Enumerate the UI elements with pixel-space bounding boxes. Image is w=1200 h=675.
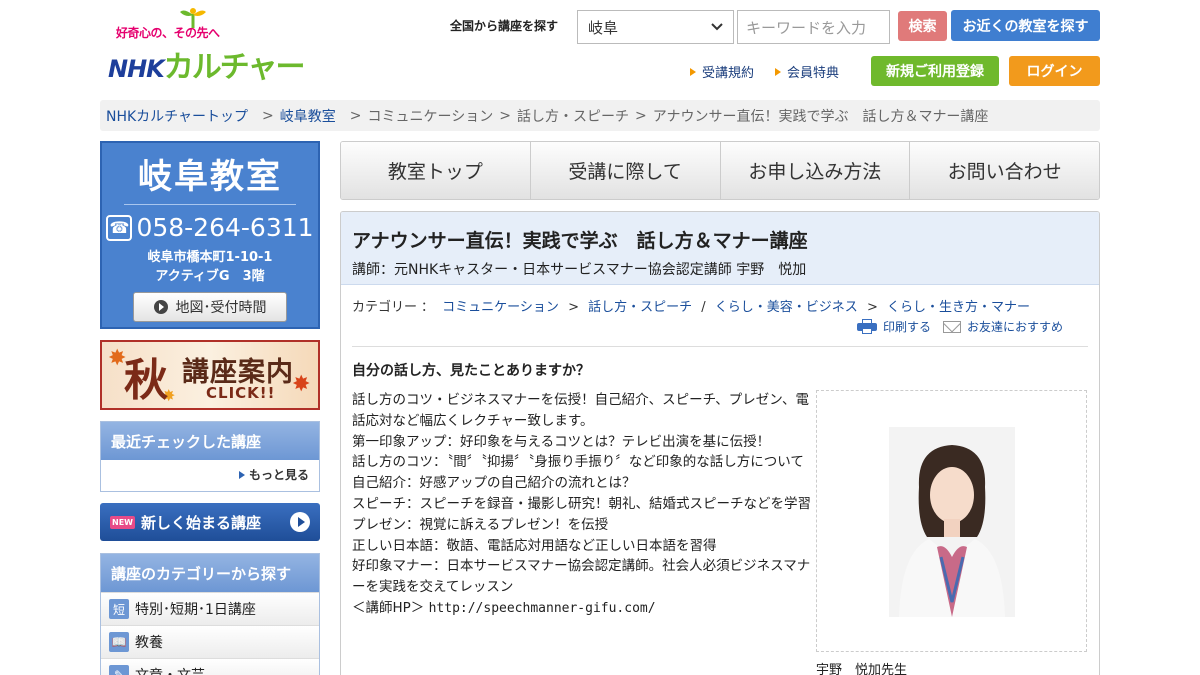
play-arrow-icon <box>290 512 310 532</box>
keyword-placeholder: キーワードを入力 <box>746 18 867 37</box>
terms-link[interactable]: 受講規約 <box>690 62 754 81</box>
keyword-input[interactable]: キーワードを入力 <box>737 10 890 44</box>
phone-icon: ☎ <box>106 214 133 241</box>
course-detail-panel: アナウンサー直伝！実践で学ぶ 話し方＆マナー講座 講師：元NHKキャスター・日本… <box>340 211 1100 675</box>
prefecture-select[interactable]: 岐阜 <box>577 10 734 44</box>
arrow-right-icon <box>238 470 245 479</box>
recent-courses-title: 最近チェックした講座 <box>101 422 319 460</box>
divider <box>124 204 296 205</box>
course-title: アナウンサー直伝！実践で学ぶ 話し方＆マナー講座 <box>352 230 808 252</box>
course-teacher: 講師：元NHKキャスター・日本サービスマナー協会認定講師 宇野 悦加 <box>352 262 807 278</box>
map-hours-button[interactable]: 地図･受付時間 <box>133 292 287 322</box>
course-headline: 自分の話し方、見たことありますか？ <box>352 363 590 379</box>
category-search-title: 講座のカテゴリーから探す <box>101 554 319 592</box>
classroom-info-box: 岐阜教室 ☎ 058-264-6311 岐阜市橋本町1-10-1 アクティブG … <box>100 141 320 329</box>
breadcrumb-classroom[interactable]: 岐阜教室 <box>280 106 336 126</box>
teacher-homepage-link[interactable]: http://speechmanner-gifu.com/ <box>429 601 656 616</box>
banner-click: CLICK!! <box>206 384 276 402</box>
mail-icon <box>942 320 961 333</box>
nearby-classroom-button[interactable]: お近くの教室を探す <box>951 10 1100 41</box>
breadcrumb-subcategory: 話し方・スピーチ <box>516 108 629 125</box>
prefecture-value: 岐阜 <box>588 18 619 37</box>
printer-icon <box>856 319 877 334</box>
recommend-friend-link[interactable]: お友達におすすめ <box>967 318 1063 335</box>
breadcrumb-home[interactable]: NHKカルチャートップ <box>106 106 248 126</box>
pen-icon: ✎ <box>109 665 129 675</box>
category-link[interactable]: くらし・生き方・マナー <box>887 300 1030 315</box>
arrow-right-icon <box>690 67 696 76</box>
category-link[interactable]: 話し方・スピーチ <box>588 300 692 315</box>
maple-leaf-icon: ✸ <box>292 372 311 397</box>
arrow-circle-icon <box>153 300 168 314</box>
search-label: 全国から講座を探す <box>450 19 559 33</box>
new-badge: NEW <box>110 515 135 529</box>
breadcrumb-current: アナウンサー直伝！実践で学ぶ 話し方＆マナー講座 <box>652 108 989 125</box>
autumn-course-banner[interactable]: ✸ ✸ ✸ 秋 講座案内 CLICK!! <box>100 340 320 410</box>
course-description: 話し方のコツ・ビジネスマナーを伝授！自己紹介、スピーチ、プレゼン、電話応対など幅… <box>352 390 812 620</box>
banner-season: 秋 <box>124 355 168 406</box>
arrow-right-icon <box>775 67 781 76</box>
register-button[interactable]: 新規ご利用登録 <box>871 56 999 86</box>
divider <box>352 346 1088 347</box>
book-icon: 📖 <box>109 632 129 652</box>
category-link[interactable]: くらし・美容・ビジネス <box>715 300 858 315</box>
course-category-path: カテゴリー： コミュニケーション > 話し方・スピーチ / くらし・美容・ビジネ… <box>352 300 1031 315</box>
category-item-special[interactable]: 短 特別･短期･1日講座 <box>101 592 319 625</box>
logo-wordmark: NHKカルチャー <box>108 50 305 85</box>
category-search-box: 講座のカテゴリーから探す 短 特別･短期･1日講座 📖 教養 ✎ 文章・文芸 <box>100 553 320 675</box>
category-link[interactable]: コミュニケーション <box>442 300 559 315</box>
teacher-photo <box>889 427 1015 617</box>
classroom-tabs: 教室トップ 受講に際して お申し込み方法 お問い合わせ <box>340 141 1100 200</box>
tab-classroom-top[interactable]: 教室トップ <box>341 142 531 199</box>
teacher-photo-frame <box>816 390 1087 652</box>
classroom-address: 岐阜市橋本町1-10-1 アクティブG 3階 <box>147 250 273 284</box>
teacher-photo-caption: 宇野 悦加先生 <box>816 663 908 675</box>
recent-courses-box: 最近チェックした講座 もっと見る <box>100 421 320 492</box>
new-courses-button[interactable]: NEW 新しく始まる講座 <box>100 503 320 541</box>
login-button[interactable]: ログイン <box>1009 56 1100 86</box>
search-button[interactable]: 検索 <box>898 11 947 41</box>
member-benefits-link[interactable]: 会員特典 <box>775 62 839 81</box>
chevron-down-icon <box>711 23 723 31</box>
category-item-culture[interactable]: 📖 教養 <box>101 625 319 658</box>
tab-contact[interactable]: お問い合わせ <box>910 142 1099 199</box>
breadcrumb: NHKカルチャートップ > 岐阜教室 > コミュニケーション > 話し方・スピー… <box>100 100 1100 131</box>
course-header: アナウンサー直伝！実践で学ぶ 話し方＆マナー講座 講師：元NHKキャスター・日本… <box>341 212 1099 285</box>
sprout-icon <box>180 8 206 28</box>
tab-application[interactable]: お申し込み方法 <box>720 142 911 199</box>
classroom-phone: ☎ 058-264-6311 <box>102 213 318 242</box>
more-link[interactable]: もっと見る <box>238 466 309 483</box>
teacher-homepage: ＜講師HP＞ http://speechmanner-gifu.com/ <box>352 599 656 616</box>
tab-attendance-notes[interactable]: 受講に際して <box>530 142 721 199</box>
site-logo[interactable]: 好奇心の、その先へ NHKカルチャー <box>108 6 305 85</box>
breadcrumb-category: コミュニケーション <box>367 108 494 125</box>
print-link[interactable]: 印刷する <box>883 318 931 335</box>
category-item-writing[interactable]: ✎ 文章・文芸 <box>101 658 319 675</box>
short-course-icon: 短 <box>109 599 129 619</box>
share-actions: 印刷する お友達におすすめ <box>856 318 1063 335</box>
classroom-name: 岐阜教室 <box>138 157 282 197</box>
